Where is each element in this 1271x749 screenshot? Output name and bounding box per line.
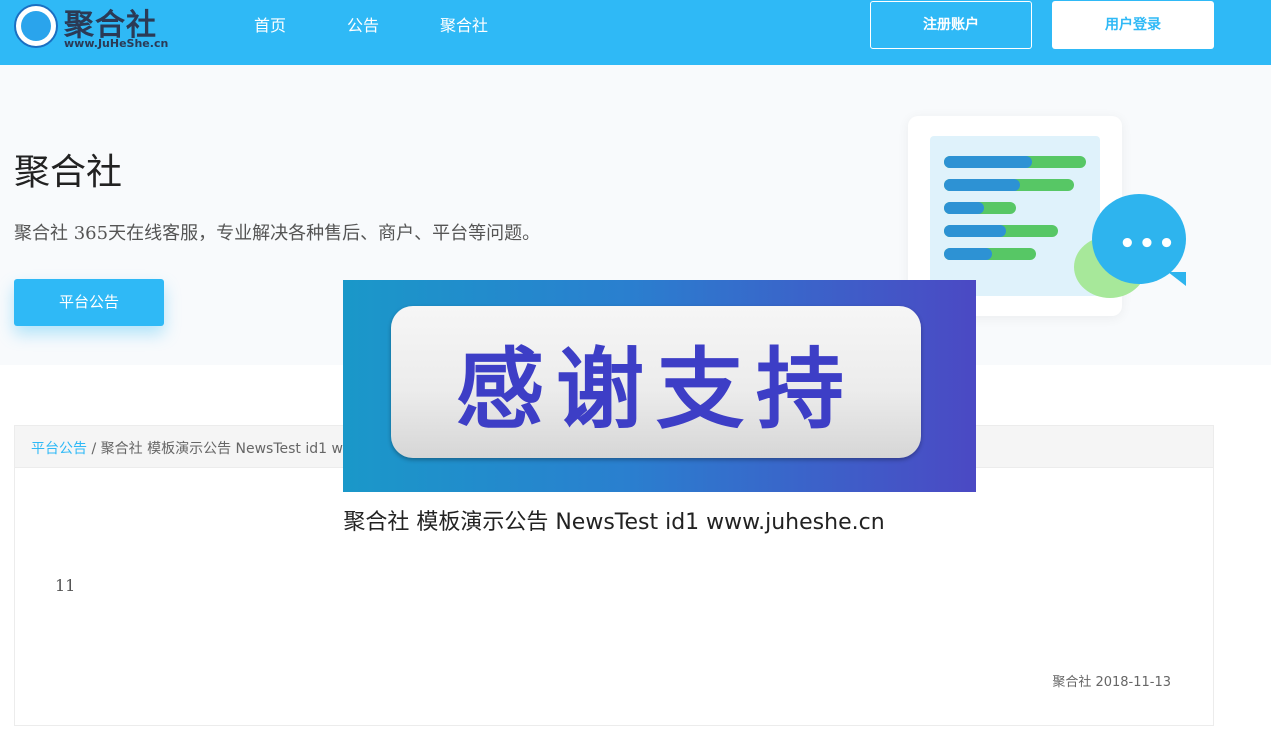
illustration-bar — [944, 179, 1074, 191]
thanks-banner: 感谢支持 — [343, 280, 976, 492]
breadcrumb-separator: / — [91, 441, 97, 457]
nav-notice[interactable]: 公告 — [347, 0, 379, 52]
register-button[interactable]: 注册账户 — [870, 1, 1032, 49]
article-meta: 聚合社 2018-11-13 — [1052, 675, 1171, 690]
illustration-bar — [944, 248, 1036, 260]
platform-notice-button[interactable]: 平台公告 — [14, 279, 164, 326]
breadcrumb-root-link[interactable]: 平台公告 — [31, 441, 87, 457]
illustration-bar — [944, 225, 1058, 237]
article-body: 11 — [55, 576, 76, 595]
illustration-bar — [944, 156, 1086, 168]
hero-title: 聚合社 — [14, 152, 123, 193]
ellipsis-icon: ••• — [1119, 229, 1178, 259]
nav-juheshe[interactable]: 聚合社 — [440, 0, 488, 52]
banner-text: 感谢支持 — [455, 337, 856, 441]
login-button[interactable]: 用户登录 — [1052, 1, 1214, 49]
top-header: 聚合社 www.JuHeShe.cn 首页 公告 聚合社 注册账户 用户登录 — [0, 0, 1271, 65]
nav-home[interactable]: 首页 — [254, 0, 286, 52]
article-title: 聚合社 模板演示公告 NewsTest id1 www.juheshe.cn — [343, 510, 885, 535]
logo-chat-icon — [14, 4, 58, 48]
banner-plate: 感谢支持 — [391, 306, 921, 458]
hero-description: 聚合社 365天在线客服，专业解决各种售后、商户、平台等问题。 — [14, 223, 541, 244]
main-nav: 首页 公告 聚合社 — [254, 0, 549, 52]
site-logo[interactable]: 聚合社 www.JuHeShe.cn — [14, 2, 174, 52]
illustration-bar — [944, 202, 1016, 214]
logo-subtitle: www.JuHeShe.cn — [64, 37, 169, 50]
